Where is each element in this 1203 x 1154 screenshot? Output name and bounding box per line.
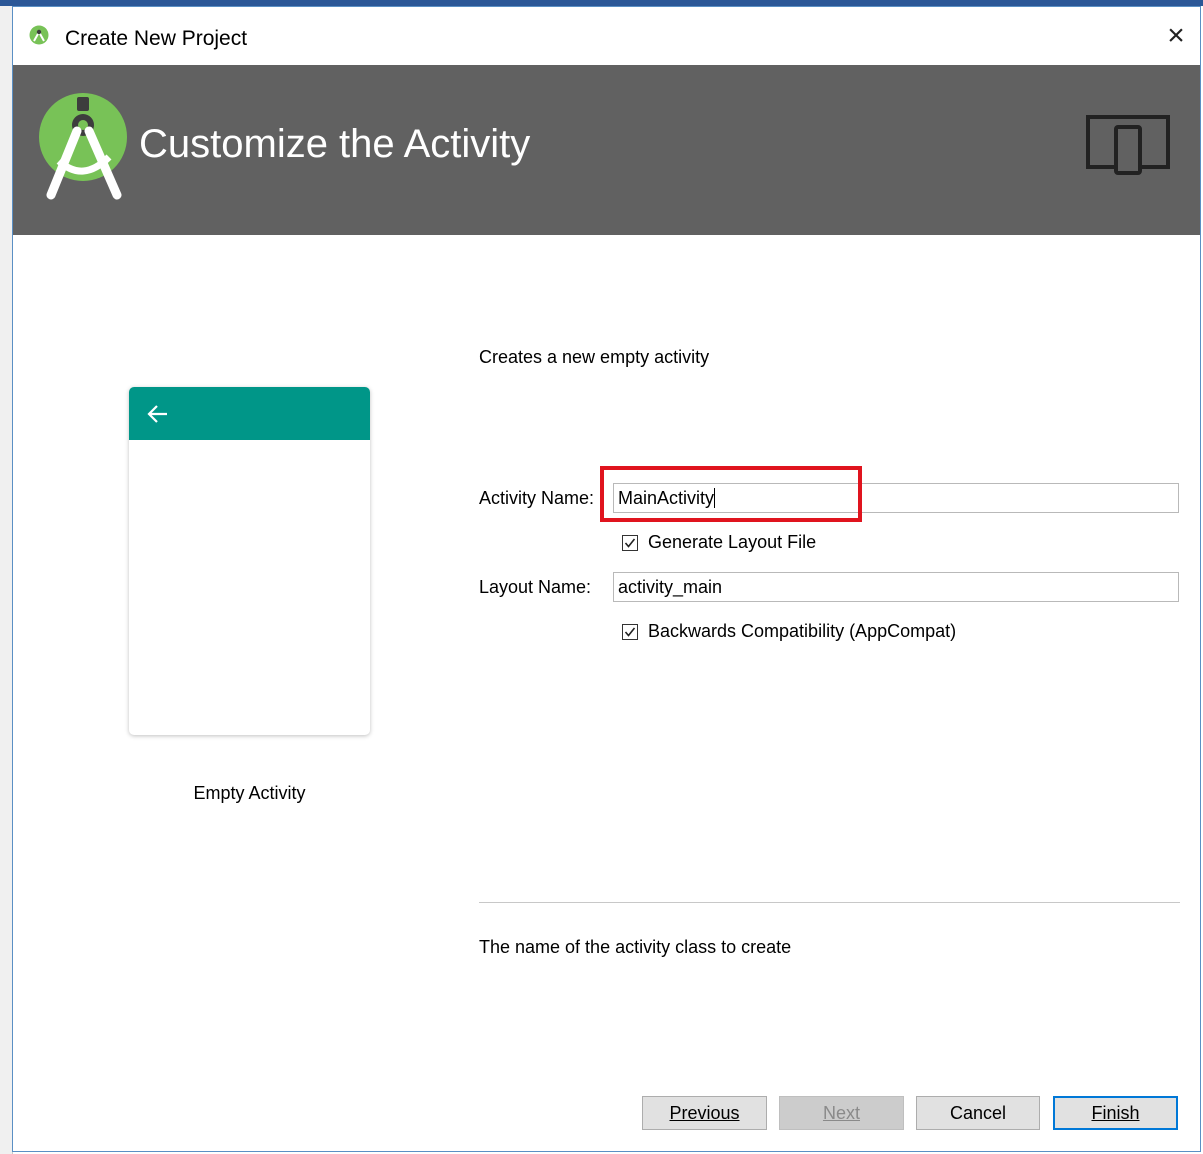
header-banner: Customize the Activity [13,65,1200,235]
help-text: The name of the activity class to create [479,937,792,957]
layout-name-value: activity_main [618,577,723,597]
cancel-button[interactable]: Cancel [916,1096,1040,1130]
layout-name-input[interactable]: activity_main [613,572,1179,602]
layout-name-label: Layout Name: [479,577,592,597]
backwards-compat-checkbox[interactable] [622,624,638,640]
template-caption: Empty Activity [193,783,306,803]
activity-preview [129,387,370,735]
divider [479,902,1180,903]
template-description: Creates a new empty activity [479,347,710,367]
next-button[interactable]: Next [779,1096,904,1130]
finish-button[interactable]: Finish [1053,1096,1178,1130]
device-form-factor-icon [1086,115,1170,175]
close-icon: × [1167,19,1185,52]
close-button[interactable]: × [1160,21,1192,53]
backwards-compat-label[interactable]: Backwards Compatibility (AppCompat) [648,621,956,642]
android-studio-icon [29,25,49,45]
title-bar: Create New Project × [13,7,1200,65]
create-new-project-dialog: Create New Project × Customize the Activ… [12,6,1201,1152]
window-title: Create New Project [65,27,248,50]
page-title: Customize the Activity [139,122,531,166]
checkmark-icon [624,538,636,548]
android-studio-logo-icon [39,93,127,200]
generate-layout-label[interactable]: Generate Layout File [648,532,816,553]
previous-button-label: Previous [669,1103,740,1123]
generate-layout-checkbox[interactable] [622,535,638,551]
back-arrow-icon [147,405,167,423]
next-button-label: Next [822,1103,860,1123]
cancel-button-label: Cancel [949,1103,1007,1123]
finish-button-label: Finish [1091,1103,1140,1123]
highlight-box [600,466,862,522]
previous-button[interactable]: Previous [642,1096,767,1130]
activity-name-label: Activity Name: [479,488,595,508]
checkmark-icon [624,627,636,637]
preview-toolbar [129,387,370,440]
